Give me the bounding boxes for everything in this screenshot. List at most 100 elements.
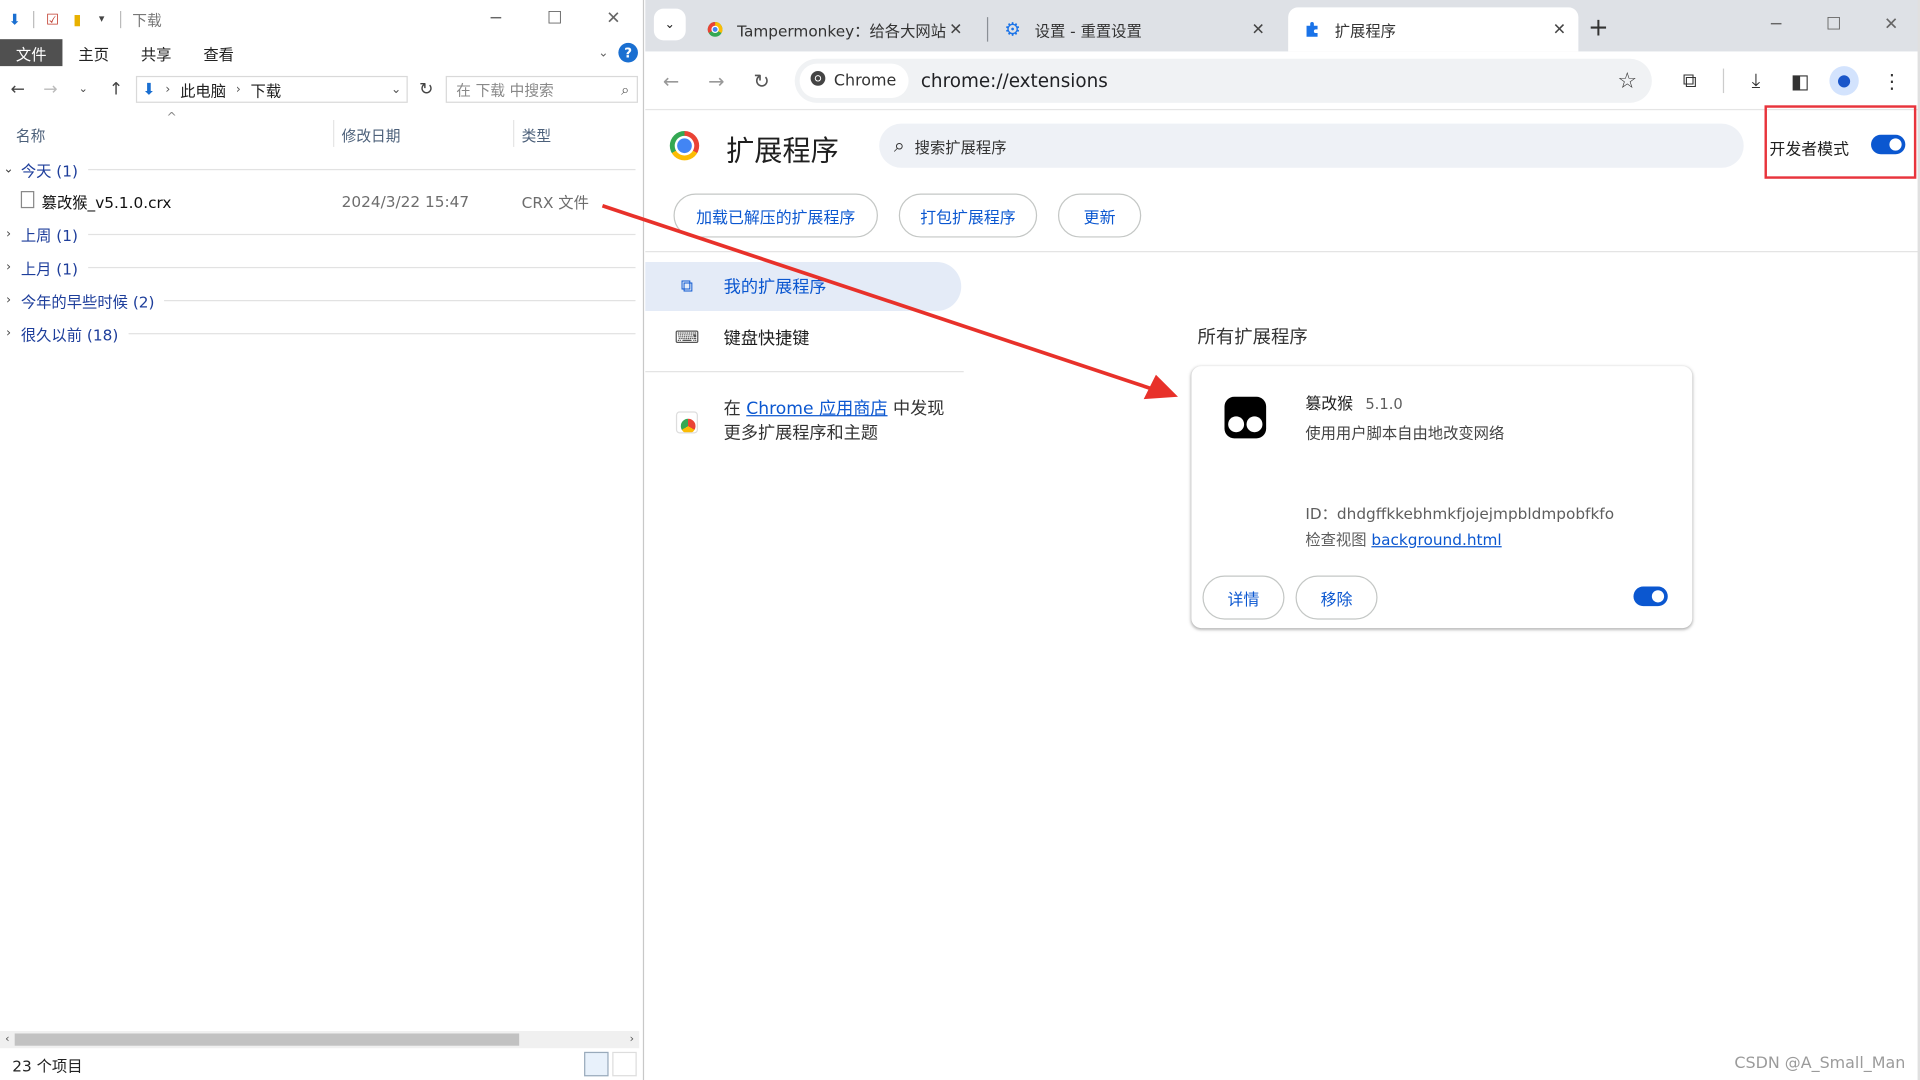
url-text[interactable]: chrome://extensions [921, 70, 1108, 92]
developer-mode-toggle[interactable] [1871, 134, 1906, 155]
extension-icon: ⧉ [680, 276, 694, 297]
search-icon: ⌕ [893, 133, 905, 157]
tab-extensions[interactable]: 扩展程序 ✕ [1288, 7, 1579, 52]
extension-enable-toggle[interactable] [1633, 586, 1668, 607]
page-title: 扩展程序 [726, 135, 839, 168]
address-bar[interactable]: ⬇ › 此电脑 › 下载 ⌄ [136, 75, 408, 103]
new-tab-icon[interactable]: + [1588, 12, 1609, 41]
tab-strip: ⌄ Tampermonkey：给各大网站 ✕ ⚙ 设置 - 重置设置 ✕ 扩展程… [645, 0, 1920, 52]
maximize-icon[interactable]: ☐ [525, 0, 584, 37]
quick-access-toolbar: ⬇ ☑ ▮ ▾ [5, 10, 125, 30]
column-divider[interactable] [513, 120, 515, 147]
store-suffix: 中发现 [887, 399, 945, 419]
expand-ribbon-icon[interactable]: ⌄ [598, 46, 608, 59]
back-arrow-icon[interactable]: ← [658, 67, 685, 94]
group-long-ago[interactable]: › 很久以前 (18) [0, 317, 643, 350]
chevron-right-icon[interactable]: › [165, 83, 170, 96]
forward-arrow-icon[interactable]: → [703, 67, 730, 94]
scroll-right-icon[interactable]: › [624, 1031, 639, 1048]
update-button[interactable]: 更新 [1057, 193, 1142, 238]
group-last-week[interactable]: › 上周 (1) [0, 218, 643, 251]
forward-arrow-icon[interactable]: → [38, 76, 63, 103]
close-icon[interactable]: ✕ [1553, 20, 1566, 38]
refresh-icon[interactable]: ↻ [415, 80, 438, 100]
details-button[interactable]: 详情 [1202, 575, 1285, 620]
divider [128, 333, 636, 335]
extensions-puzzle-icon[interactable]: ⧉ [1676, 67, 1703, 94]
store-prefix: 在 [723, 399, 747, 419]
chevron-right-icon[interactable]: › [0, 294, 17, 307]
extension-search-input[interactable]: ⌕ 搜索扩展程序 [879, 123, 1744, 168]
chrome-window: ⌄ Tampermonkey：给各大网站 ✕ ⚙ 设置 - 重置设置 ✕ 扩展程… [645, 0, 1920, 1080]
ribbon-tab-share[interactable]: 共享 [125, 39, 187, 66]
column-type[interactable]: 类型 [522, 125, 551, 146]
up-arrow-icon[interactable]: ↑ [103, 76, 128, 103]
customize-dropdown-icon[interactable]: ▾ [92, 10, 112, 30]
menu-dots-icon[interactable]: ⋮ [1878, 67, 1905, 94]
new-folder-icon[interactable]: ▮ [67, 10, 87, 30]
column-name[interactable]: 名称 [16, 125, 45, 146]
large-icons-view-icon[interactable] [612, 1051, 637, 1077]
extension-card: 篡改猴 5.1.0 使用用户脚本自由地改变网络 ID：dhdgffkkebhmkf… [1191, 366, 1693, 629]
omnibox[interactable]: Chrome chrome://extensions ☆ [794, 58, 1652, 103]
minimize-icon[interactable]: ─ [467, 0, 526, 37]
group-today[interactable]: ⌄ 今天 (1) [0, 153, 643, 186]
file-type: CRX 文件 [521, 192, 589, 212]
horizontal-scrollbar[interactable]: ‹ › [0, 1031, 640, 1049]
minimize-icon[interactable]: ─ [1747, 0, 1805, 49]
chevron-right-icon[interactable]: › [0, 327, 17, 340]
file-row[interactable]: 篡改猴_v5.1.0.crx 2024/3/22 15:47 CRX 文件 [0, 186, 643, 215]
scrollbar-thumb[interactable] [14, 1033, 520, 1046]
help-icon[interactable]: ? [618, 42, 638, 63]
web-store-link[interactable]: Chrome 应用商店 [746, 399, 887, 419]
close-icon[interactable]: ✕ [1862, 0, 1920, 49]
site-info-chip[interactable]: Chrome [799, 63, 909, 98]
close-icon[interactable]: ✕ [949, 20, 962, 38]
sidebar-item-label: 键盘快捷键 [723, 329, 810, 349]
tab-settings[interactable]: ⚙ 设置 - 重置设置 ✕ [988, 7, 1277, 51]
ribbon-tab-home[interactable]: 主页 [62, 39, 124, 66]
file-name: 篡改猴_v5.1.0.crx [41, 192, 172, 212]
recent-locations-icon[interactable]: ⌄ [71, 76, 96, 103]
extension-description: 使用用户脚本自由地改变网络 [1305, 423, 1505, 443]
navigation-bar: ← → ⌄ ↑ ⬇ › 此电脑 › 下载 ⌄ ↻ 在 下载 中搜索 ⌕ [0, 66, 643, 113]
group-last-month[interactable]: › 上月 (1) [0, 251, 643, 284]
close-icon[interactable]: ✕ [584, 0, 643, 37]
download-arrow-icon[interactable]: ⬇ [5, 10, 25, 30]
side-panel-icon[interactable]: ◧ [1787, 67, 1814, 94]
breadcrumb-this-pc[interactable]: 此电脑 [180, 78, 226, 101]
tab-search-icon[interactable]: ⌄ [653, 8, 686, 41]
download-icon[interactable]: ⤓ [1742, 67, 1769, 94]
scroll-left-icon[interactable]: ‹ [0, 1031, 15, 1048]
tab-title: Tampermonkey：给各大网站 [737, 21, 947, 40]
column-divider[interactable] [333, 120, 335, 147]
chevron-right-icon[interactable]: › [0, 261, 17, 274]
bookmark-star-icon[interactable]: ☆ [1617, 69, 1637, 95]
profile-avatar-icon[interactable]: ● [1829, 66, 1859, 96]
background-page-link[interactable]: background.html [1371, 530, 1501, 548]
pack-extension-button[interactable]: 打包扩展程序 [898, 193, 1038, 238]
load-unpacked-button[interactable]: 加载已解压的扩展程序 [673, 193, 878, 238]
tab-tampermonkey[interactable]: Tampermonkey：给各大网站 ✕ [691, 7, 975, 51]
close-icon[interactable]: ✕ [1252, 20, 1265, 38]
breadcrumb-downloads[interactable]: 下载 [251, 78, 282, 101]
column-date[interactable]: 修改日期 [342, 125, 401, 146]
status-bar: 23 个项目 [0, 1048, 644, 1080]
ribbon-tab-view[interactable]: 查看 [187, 39, 249, 66]
chevron-down-icon[interactable]: ⌄ [391, 83, 401, 96]
details-view-icon[interactable] [584, 1051, 609, 1077]
remove-button[interactable]: 移除 [1295, 575, 1378, 620]
search-input[interactable]: 在 下载 中搜索 ⌕ [445, 75, 638, 103]
group-earlier-this-year[interactable]: › 今年的早些时候 (2) [0, 284, 643, 317]
chevron-right-icon[interactable]: › [0, 228, 17, 241]
properties-icon[interactable]: ☑ [43, 10, 63, 30]
search-icon: ⌕ [621, 80, 630, 98]
divider [87, 233, 636, 236]
chevron-down-icon[interactable]: ⌄ [0, 163, 17, 176]
chevron-right-icon[interactable]: › [236, 83, 241, 96]
back-arrow-icon[interactable]: ← [5, 76, 30, 103]
file-list: ⌄ 今天 (1) 篡改猴_v5.1.0.crx 2024/3/22 15:47 … [0, 153, 643, 350]
reload-icon[interactable]: ↻ [748, 67, 775, 94]
ribbon-tab-file[interactable]: 文件 [0, 39, 63, 67]
maximize-icon[interactable]: ☐ [1805, 0, 1863, 49]
